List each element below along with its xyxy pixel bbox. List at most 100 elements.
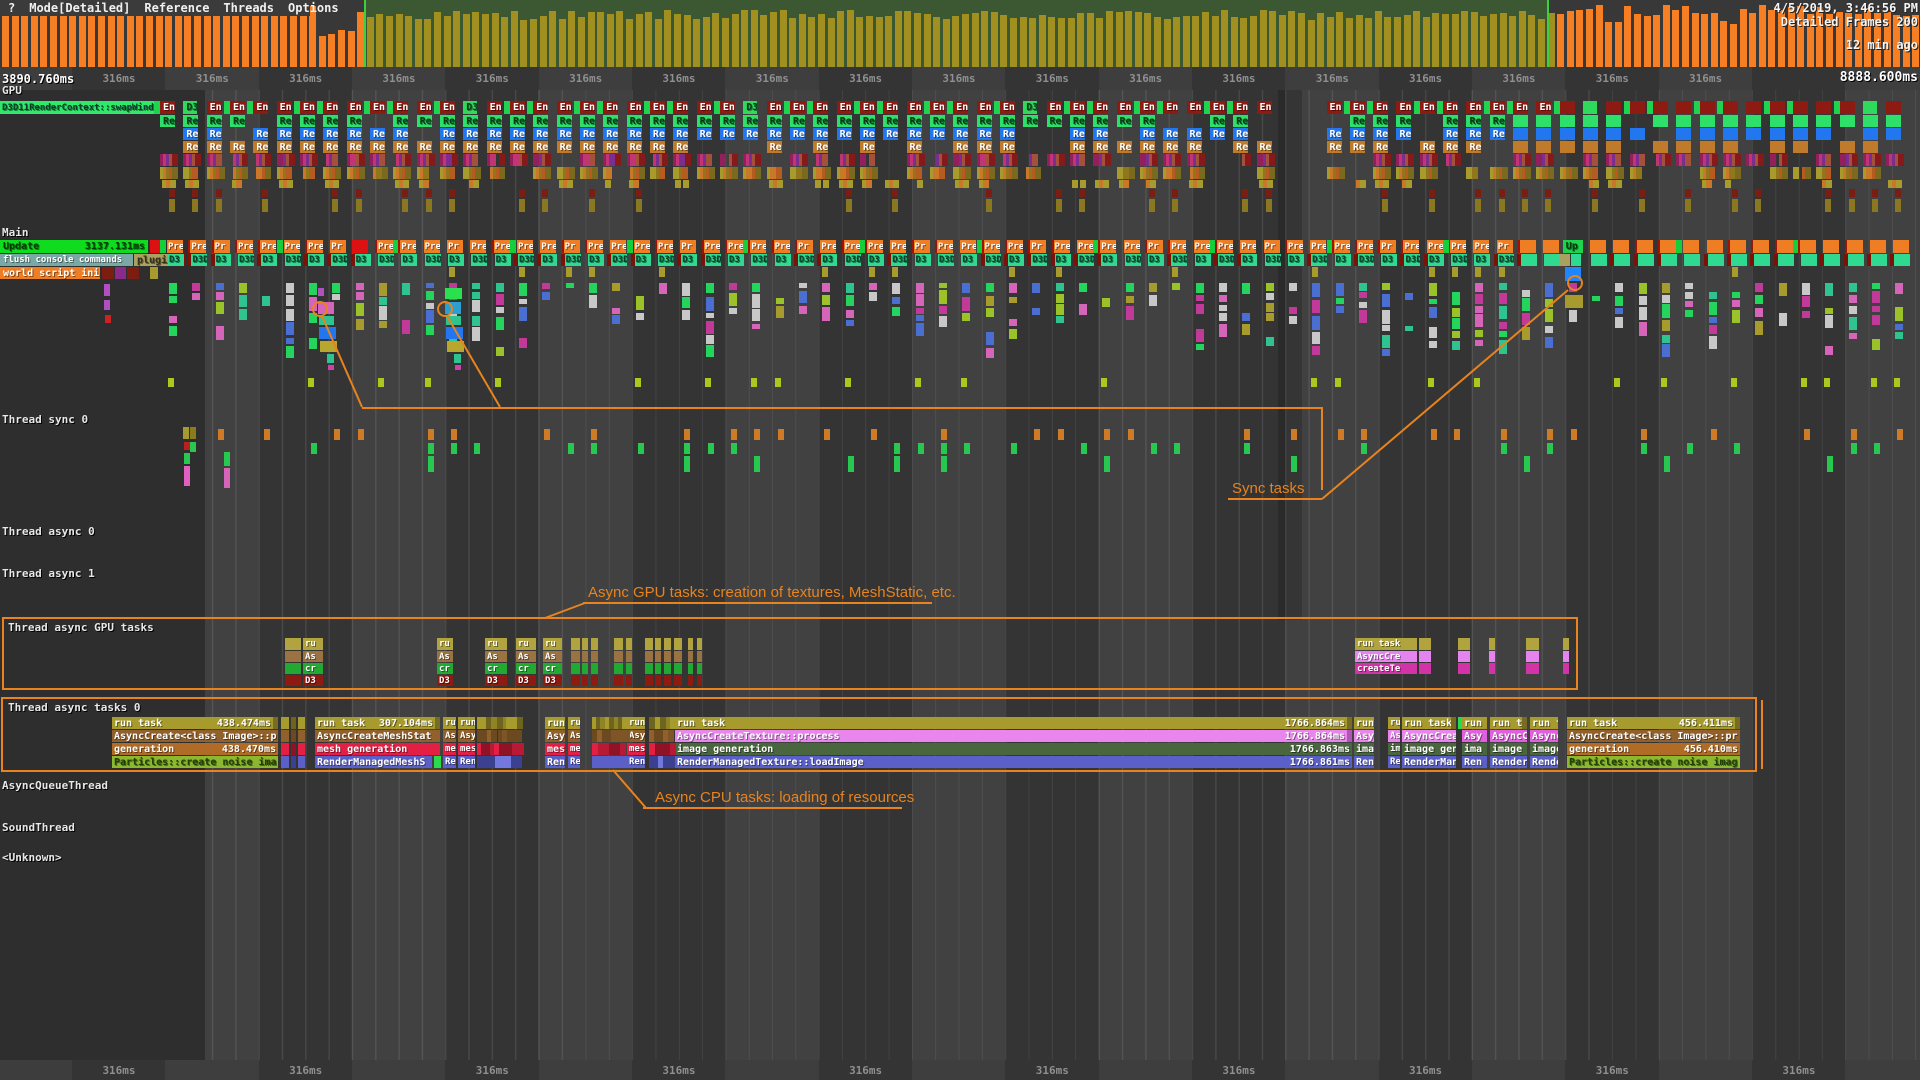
task-bar[interactable]: As — [568, 730, 580, 742]
task-bar[interactable]: Render — [1490, 756, 1527, 768]
task-bar[interactable]: image generation1766.863ms — [675, 743, 1352, 755]
gpu-render-block[interactable] — [1723, 128, 1738, 140]
gpu-render-block[interactable]: Re — [1443, 128, 1458, 140]
sync-block[interactable] — [1501, 443, 1507, 454]
sync-block[interactable] — [1291, 429, 1297, 440]
gpu-render-block[interactable] — [1746, 128, 1761, 140]
sync-block[interactable] — [941, 429, 947, 440]
gpu-render-block[interactable]: Re — [720, 115, 735, 127]
task-bar[interactable]: As — [443, 730, 456, 742]
frame-bar-d3d[interactable]: D3 — [448, 254, 464, 266]
gpu-task-block[interactable]: D3 — [485, 675, 507, 686]
gpu-render-block[interactable]: Re — [907, 128, 922, 140]
frame-bar-d3d[interactable] — [1591, 254, 1607, 266]
sync-block[interactable] — [1058, 429, 1064, 440]
frame-bar-d3d[interactable]: D3D1 — [425, 254, 441, 266]
frame-bar-d3d[interactable] — [1708, 254, 1724, 266]
frame-bar-present[interactable]: Pres — [1100, 240, 1116, 253]
gpu-render-block[interactable]: Re — [440, 115, 455, 127]
gpu-render-block[interactable] — [1840, 115, 1855, 127]
gpu-render-block[interactable]: Re — [1070, 115, 1085, 127]
frame-bar-present[interactable]: Pre — [1403, 240, 1419, 253]
task-bar[interactable]: Asy — [458, 730, 475, 742]
gpu-render-block[interactable]: Ren — [370, 128, 385, 140]
sync-block[interactable] — [1571, 429, 1577, 440]
gpu-event-block[interactable]: En — [1187, 101, 1202, 114]
sync-block[interactable] — [1454, 429, 1460, 440]
frame-bar-present[interactable] — [1707, 240, 1723, 253]
gpu-render-block[interactable]: Re — [1000, 128, 1015, 140]
gpu-render-block[interactable]: Re — [440, 128, 455, 140]
frame-bar-d3d[interactable]: D3D1 — [985, 254, 1001, 266]
frame-bar-d3d[interactable]: D3D — [938, 254, 954, 266]
sync-block[interactable] — [1804, 429, 1810, 440]
gpu-render-block[interactable]: Re — [1257, 141, 1272, 153]
gpu-render-block[interactable]: Re — [1373, 141, 1388, 153]
frame-bar-present[interactable] — [1870, 240, 1886, 253]
frame-bar-present[interactable]: Pre — [610, 240, 626, 253]
gpu-render-block[interactable] — [1536, 141, 1551, 153]
frame-bar-d3d[interactable]: D3D1 — [1171, 254, 1187, 266]
gpu-event-block[interactable]: En — [1373, 101, 1388, 114]
sync-block[interactable] — [1011, 443, 1017, 454]
gpu-event-block[interactable]: Eng — [977, 101, 992, 114]
gpu-render-block[interactable] — [1816, 115, 1831, 127]
gpu-event-block[interactable]: En — [323, 101, 338, 114]
gpu-render-block[interactable]: Re — [417, 115, 432, 127]
frame-bar-d3d[interactable]: D3 — [635, 254, 651, 266]
frame-bar-present[interactable]: Pre — [844, 240, 860, 253]
sync-block[interactable] — [1128, 429, 1134, 440]
sync-block[interactable] — [731, 443, 737, 454]
gpu-render-block[interactable] — [1583, 141, 1598, 153]
gpu-event-block[interactable]: D3 — [463, 101, 477, 114]
task-bar[interactable]: run — [627, 717, 645, 729]
gpu-event-block[interactable]: En — [1466, 101, 1481, 114]
gpu-render-block[interactable]: Ren — [1023, 115, 1038, 127]
sync-block[interactable] — [1151, 443, 1157, 454]
sync-block[interactable] — [708, 443, 714, 454]
task-bar[interactable]: Asy — [1462, 730, 1487, 742]
menu-mode[interactable]: Mode[Detailed] — [29, 1, 130, 15]
gpu-render-block[interactable]: Re — [603, 128, 618, 140]
frame-bar-present[interactable]: Pres — [1450, 240, 1466, 253]
gpu-event-block[interactable]: En — [533, 101, 548, 114]
gpu-event-block[interactable]: En — [1070, 101, 1085, 114]
gpu-render-block[interactable] — [1513, 115, 1528, 127]
sync-block[interactable] — [1244, 429, 1250, 440]
gpu-render-block[interactable]: Re — [907, 115, 922, 127]
gpu-render-block[interactable]: Ren — [743, 115, 758, 127]
gpu-render-block[interactable] — [1560, 141, 1575, 153]
gpu-event-block[interactable]: En — [930, 101, 945, 114]
gpu-render-block[interactable] — [1723, 115, 1738, 127]
gpu-render-block[interactable]: Ren — [1117, 115, 1132, 127]
gpu-event-block[interactable] — [1583, 101, 1597, 114]
gpu-render-block[interactable]: Re — [1047, 115, 1062, 127]
gpu-render-block[interactable] — [1863, 128, 1878, 140]
gpu-render-block[interactable] — [1863, 115, 1878, 127]
sync-block[interactable] — [1827, 456, 1833, 472]
gpu-render-block[interactable] — [1770, 115, 1785, 127]
frame-bar-present[interactable]: Pre — [657, 240, 673, 253]
frame-bar-d3d[interactable]: D3 — [401, 254, 417, 266]
gpu-render-block[interactable] — [1700, 115, 1715, 127]
gpu-render-block[interactable]: Re — [953, 141, 968, 153]
gpu-event-block[interactable]: En — [790, 101, 805, 114]
gpu-event-block[interactable]: En — [1093, 101, 1108, 114]
frame-bar-d3d[interactable]: D3 — [775, 254, 791, 266]
frame-bar-present[interactable] — [1520, 240, 1536, 253]
frame-bar-present[interactable]: Pre — [377, 240, 393, 253]
gpu-task-block[interactable]: ru — [543, 638, 562, 650]
gpu-render-block[interactable]: Re — [1187, 141, 1202, 153]
frame-bar-d3d[interactable]: D3 — [1335, 254, 1351, 266]
frame-bar-d3d[interactable]: D3D1 — [1265, 254, 1281, 266]
gpu-event-block[interactable]: En — [300, 101, 315, 114]
frame-bar-d3d[interactable]: D3D — [751, 254, 767, 266]
gpu-render-block[interactable] — [1676, 141, 1691, 153]
gpu-render-block[interactable]: Re — [1327, 128, 1342, 140]
sync-block[interactable] — [1641, 429, 1647, 440]
gpu-event-block[interactable]: En — [1140, 101, 1155, 114]
gpu-render-block[interactable]: Re — [487, 128, 502, 140]
gpu-event-block[interactable]: En — [1210, 101, 1225, 114]
gpu-render-block[interactable]: Re — [1466, 141, 1481, 153]
sync-block[interactable] — [684, 456, 690, 472]
